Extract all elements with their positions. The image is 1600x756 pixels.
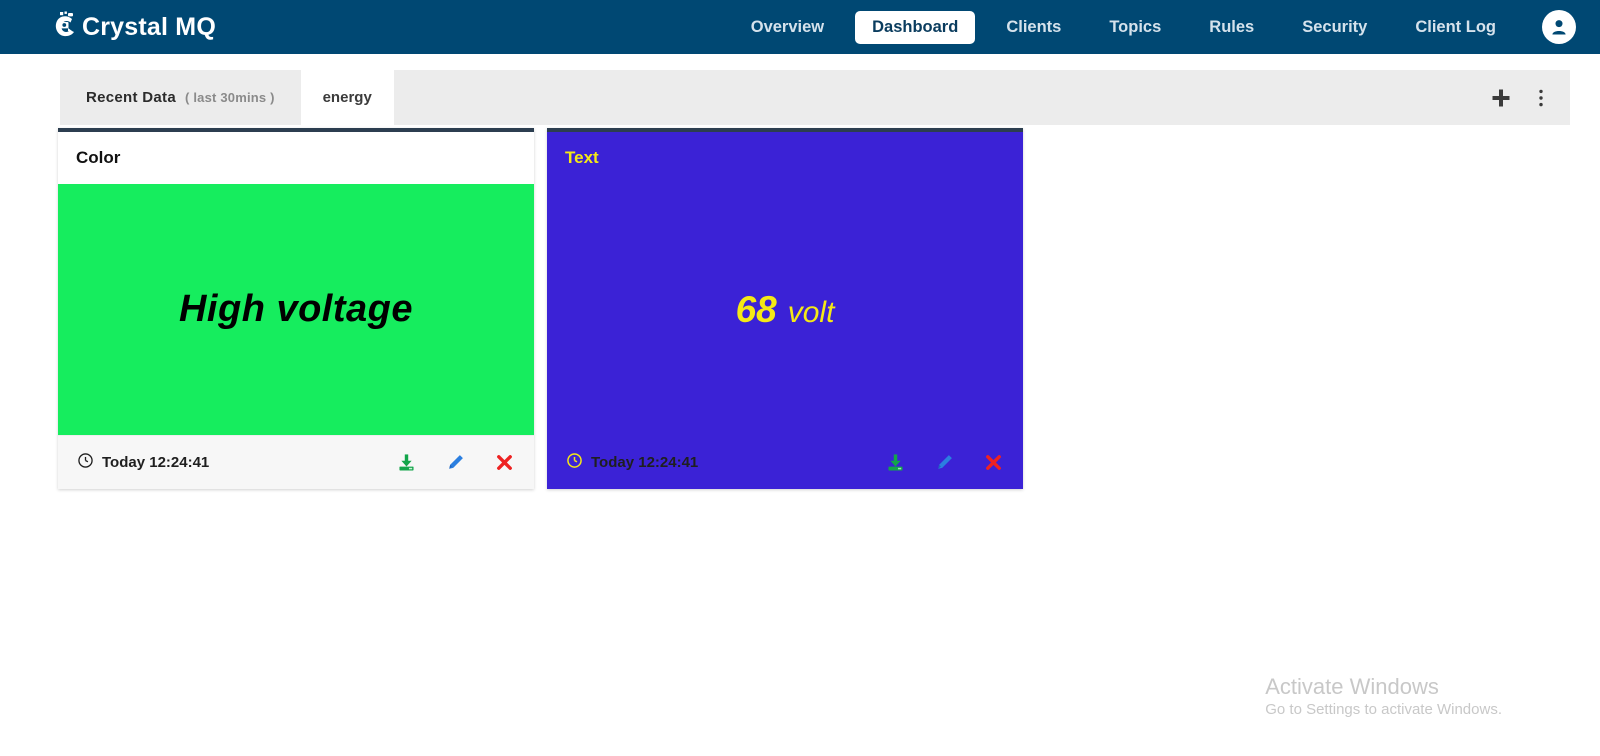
user-avatar-icon[interactable] (1542, 10, 1576, 44)
tabbar-subtitle-text: ( last 30mins ) (185, 90, 275, 105)
nav-item-client-log[interactable]: Client Log (1391, 12, 1520, 43)
edit-pencil-icon[interactable] (935, 453, 954, 472)
delete-x-icon[interactable] (495, 453, 514, 472)
nav-item-rules[interactable]: Rules (1185, 12, 1278, 43)
card-text-timestamp: Today 12:24:41 (567, 452, 699, 472)
download-icon[interactable] (886, 453, 905, 472)
download-icon[interactable] (397, 453, 416, 472)
tabbar-actions (1490, 70, 1570, 125)
watermark-title: Activate Windows (1265, 674, 1439, 700)
brand-name: Crystal MQ (82, 12, 216, 41)
card-color-value: High voltage (178, 288, 414, 330)
nav-item-topics[interactable]: Topics (1085, 12, 1185, 43)
nav-item-clients[interactable]: Clients (982, 12, 1085, 43)
edit-pencil-icon[interactable] (446, 453, 465, 472)
tab-energy-label: energy (322, 89, 372, 106)
card-text-header: Text (547, 132, 1023, 184)
card-color-actions (397, 453, 514, 472)
nav-links: Overview Dashboard Clients Topics Rules … (727, 10, 1576, 44)
crystal-mq-logo-icon (48, 10, 82, 44)
card-text-unit: volt (787, 295, 835, 329)
delete-x-icon[interactable] (984, 453, 1003, 472)
brand-logo-area[interactable]: Crystal MQ (48, 10, 216, 44)
top-navbar: Crystal MQ Overview Dashboard Clients To… (0, 0, 1600, 54)
card-color-body: High voltage (58, 184, 534, 435)
dashboard-card-text: Text 68 volt Today 12:24:41 (547, 128, 1023, 489)
kebab-menu-icon[interactable] (1538, 88, 1544, 108)
dashboard-card-color: Color High voltage Today 12:24:41 (58, 128, 534, 489)
nav-item-overview[interactable]: Overview (727, 12, 848, 43)
card-text-footer: Today 12:24:41 (547, 435, 1023, 489)
nav-item-security[interactable]: Security (1278, 12, 1391, 43)
clock-icon (567, 452, 582, 472)
card-color-footer: Today 12:24:41 (58, 435, 534, 489)
windows-activation-watermark: Activate Windows Go to Settings to activ… (1265, 674, 1502, 718)
watermark-subtitle: Go to Settings to activate Windows. (1265, 701, 1502, 718)
card-color-timestamp: Today 12:24:41 (78, 453, 209, 472)
card-text-actions (886, 453, 1003, 472)
card-text-body: 68 volt (547, 184, 1023, 435)
card-color-header: Color (58, 132, 534, 184)
card-color-title: Color (76, 148, 121, 167)
card-color-timestamp-text: Today 12:24:41 (102, 454, 210, 471)
clock-icon (78, 453, 93, 472)
dashboard-tabbar: Recent Data ( last 30mins ) energy (60, 70, 1570, 125)
card-text-timestamp-text: Today 12:24:41 (591, 453, 699, 471)
tab-energy[interactable]: energy (300, 70, 394, 125)
card-text-title: Text (565, 148, 599, 167)
plus-icon[interactable] (1490, 87, 1512, 109)
dashboard-cards: Color High voltage Today 12:24:41 Text 6… (58, 128, 1023, 489)
tabbar-title: Recent Data ( last 30mins ) (60, 70, 301, 125)
tabbar-title-text: Recent Data (86, 89, 176, 106)
card-text-value-line: 68 volt (736, 289, 835, 331)
nav-item-dashboard[interactable]: Dashboard (855, 10, 976, 44)
card-text-value: 68 (735, 288, 777, 330)
